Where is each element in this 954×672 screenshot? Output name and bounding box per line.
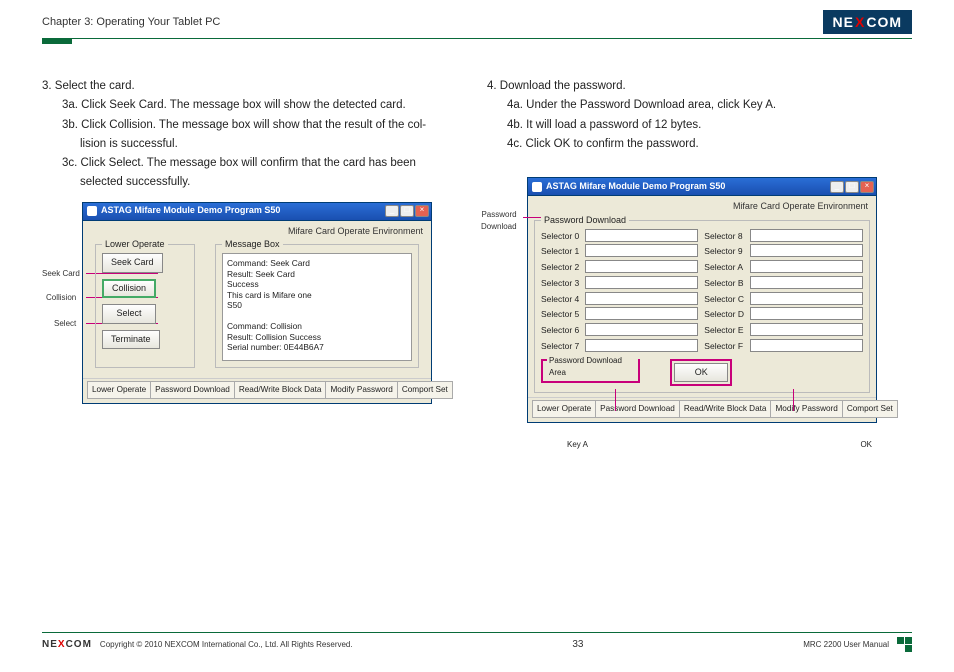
maximize-button[interactable]: □ [400, 205, 414, 217]
sel-c-label: Selector C [704, 292, 744, 306]
step-3a: 3a. Click Seek Card. The message box wil… [42, 97, 467, 114]
sel-b-label: Selector B [704, 276, 744, 290]
sel-a-input[interactable] [750, 260, 863, 273]
pda-legend: Password Download Area [547, 355, 638, 379]
sel-7-label: Selector 7 [541, 339, 579, 353]
sel-0-input[interactable] [585, 229, 698, 242]
sel-7-input[interactable] [585, 339, 698, 352]
left-column: 3. Select the card. 3a. Click Seek Card.… [42, 78, 467, 451]
sel-d-input[interactable] [750, 307, 863, 320]
message-box: Command: Seek Card Result: Seek Card Suc… [222, 253, 412, 361]
callout-select: Select [54, 318, 76, 330]
copyright: Copyright © 2010 NEXCOM International Co… [100, 640, 353, 649]
step-3: 3. Select the card. [42, 78, 467, 95]
footer: NEXCOM Copyright © 2010 NEXCOM Internati… [42, 632, 912, 652]
callout-line-keya [615, 389, 616, 411]
tab2-modify-password[interactable]: Modify Password [770, 400, 842, 418]
chapter-title: Chapter 3: Operating Your Tablet PC [42, 16, 220, 28]
terminate-button[interactable]: Terminate [102, 330, 160, 350]
tab-modify-password[interactable]: Modify Password [325, 381, 397, 399]
step-3c-cont: selected successfully. [42, 174, 467, 191]
minimize-button-2[interactable]: _ [830, 181, 844, 193]
callout-key-a: Key A [567, 439, 588, 451]
message-box-legend: Message Box [222, 238, 283, 252]
tab2-rw-block-data[interactable]: Read/Write Block Data [679, 400, 772, 418]
step-4: 4. Download the password. [487, 78, 912, 95]
window-title: ASTAG Mifare Module Demo Program S50 [101, 204, 385, 218]
header-rule [42, 38, 912, 48]
sel-2-label: Selector 2 [541, 260, 579, 274]
sel-8-input[interactable] [750, 229, 863, 242]
callout-seek-card: Seek Card [42, 268, 80, 280]
maximize-button-2[interactable]: □ [845, 181, 859, 193]
tab2-lower-operate[interactable]: Lower Operate [532, 400, 596, 418]
sel-1-label: Selector 1 [541, 244, 579, 258]
sel-e-input[interactable] [750, 323, 863, 336]
step-4b: 4b. It will load a password of 12 bytes. [487, 117, 912, 134]
app-icon-2 [532, 182, 542, 192]
callout-line-ok [793, 389, 794, 411]
select-button[interactable]: Select [102, 304, 156, 324]
sel-a-label: Selector A [704, 260, 744, 274]
app-icon [87, 206, 97, 216]
sel-3-input[interactable] [585, 276, 698, 289]
callout-password-download: Password Download [481, 209, 517, 233]
ok-highlight: OK [670, 359, 732, 387]
right-column: 4. Download the password. 4a. Under the … [487, 78, 912, 451]
seek-card-button[interactable]: Seek Card [102, 253, 163, 273]
minimize-button[interactable]: _ [385, 205, 399, 217]
lower-operate-legend: Lower Operate [102, 238, 168, 252]
sel-f-label: Selector F [704, 339, 744, 353]
close-button-2[interactable]: × [860, 181, 874, 193]
sel-2-input[interactable] [585, 260, 698, 273]
window-title-2: ASTAG Mifare Module Demo Program S50 [546, 180, 830, 194]
sel-1-input[interactable] [585, 244, 698, 257]
sel-4-label: Selector 4 [541, 292, 579, 306]
sel-9-input[interactable] [750, 244, 863, 257]
nexcom-logo: NEXCOM [823, 10, 912, 34]
step-3b-cont: lision is successful. [42, 136, 467, 153]
sel-e-label: Selector E [704, 323, 744, 337]
sel-b-input[interactable] [750, 276, 863, 289]
tab-lower-operate[interactable]: Lower Operate [87, 381, 151, 399]
tabs: Lower Operate Password Download Read/Wri… [83, 378, 431, 403]
sel-3-label: Selector 3 [541, 276, 579, 290]
password-download-legend: Password Download [541, 214, 629, 228]
sel-6-input[interactable] [585, 323, 698, 336]
titlebar-2[interactable]: ASTAG Mifare Module Demo Program S50 _ □… [528, 178, 876, 196]
callout-collision: Collision [46, 292, 76, 304]
sel-5-label: Selector 5 [541, 307, 579, 321]
tab-rw-block-data[interactable]: Read/Write Block Data [234, 381, 327, 399]
footer-squares-icon [897, 637, 912, 652]
sel-d-label: Selector D [704, 307, 744, 321]
tab-comport-set[interactable]: Comport Set [397, 381, 453, 399]
footer-logo: NEXCOM [42, 639, 92, 650]
sel-9-label: Selector 9 [704, 244, 744, 258]
page-number: 33 [353, 639, 804, 650]
sel-8-label: Selector 8 [704, 229, 744, 243]
sel-6-label: Selector 6 [541, 323, 579, 337]
callout-ok: OK [860, 439, 872, 451]
manual-name: MRC 2200 User Manual [803, 640, 889, 649]
tab-password-download[interactable]: Password Download [150, 381, 235, 399]
ok-button[interactable]: OK [674, 363, 728, 383]
win-lower-operate: ASTAG Mifare Module Demo Program S50 _ □… [82, 202, 432, 405]
password-download-area: Password Download Area Key A Key B [541, 359, 640, 384]
step-3b: 3b. Click Collision. The message box wil… [42, 117, 467, 134]
tabs-2: Lower Operate Password Download Read/Wri… [528, 397, 876, 422]
step-4c: 4c. Click OK to confirm the password. [487, 136, 912, 153]
step-4a: 4a. Under the Password Download area, cl… [487, 97, 912, 114]
close-button[interactable]: × [415, 205, 429, 217]
sel-5-input[interactable] [585, 307, 698, 320]
titlebar[interactable]: ASTAG Mifare Module Demo Program S50 _ □… [83, 203, 431, 221]
sel-0-label: Selector 0 [541, 229, 579, 243]
sel-f-input[interactable] [750, 339, 863, 352]
win-password-download: ASTAG Mifare Module Demo Program S50 _ □… [527, 177, 877, 423]
sel-4-input[interactable] [585, 292, 698, 305]
tab2-password-download[interactable]: Password Download [595, 400, 680, 418]
step-3c: 3c. Click Select. The message box will c… [42, 155, 467, 172]
collision-button[interactable]: Collision [102, 279, 156, 299]
tab2-comport-set[interactable]: Comport Set [842, 400, 898, 418]
sel-c-input[interactable] [750, 292, 863, 305]
